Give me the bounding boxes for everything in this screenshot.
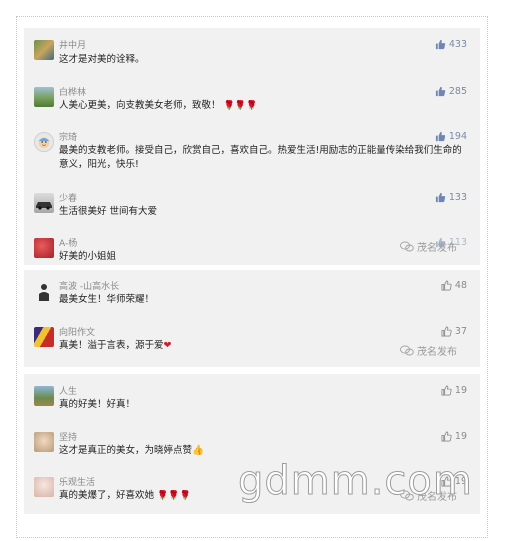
like-button[interactable]: 37 — [441, 326, 467, 337]
like-button[interactable]: 433 — [435, 39, 467, 50]
thumbs-up-outline-icon — [441, 431, 452, 442]
avatar[interactable] — [34, 193, 54, 213]
watermark-site: gdmm.com — [238, 458, 473, 505]
avatar[interactable] — [34, 432, 54, 452]
rose-icon: 🌹🌹🌹 — [157, 491, 191, 501]
comment-text-content: 人美心更美，向支教美女老师，致敬！ — [59, 100, 221, 111]
cartoon-face-icon — [38, 137, 50, 149]
avatar[interactable] — [34, 281, 54, 301]
comment-text: 人美心更美，向支教美女老师，致敬！ 🌹🌹🌹 — [59, 99, 469, 113]
comment-author[interactable]: 乐观生活 — [59, 475, 95, 488]
comment-author[interactable]: 高波 -山高水长 — [59, 279, 119, 292]
avatar[interactable] — [34, 40, 54, 60]
thumbs-up-outline-icon — [441, 326, 452, 337]
like-button[interactable]: 285 — [435, 86, 467, 97]
watermark-small: 茂名发布 — [400, 343, 457, 358]
avatar[interactable] — [34, 477, 54, 497]
thumbs-up-filled-icon — [435, 86, 446, 97]
comment-author[interactable]: 井中月 — [59, 38, 86, 51]
comment-text: 真的好美！好真！ — [59, 399, 136, 410]
like-count: 19 — [454, 385, 467, 396]
rose-icon: 🌹🌹🌹 — [223, 101, 258, 111]
wechat-logo-icon — [400, 241, 414, 252]
like-count: 285 — [448, 86, 467, 97]
comment-author[interactable]: 白桦林 — [59, 85, 86, 98]
comment-author[interactable]: 少春 — [59, 191, 77, 204]
like-count: 48 — [454, 280, 467, 291]
wechat-logo-icon — [400, 345, 414, 356]
comments-panel-top: 井中月 这才是对美的诠释。 433 白桦林 人美心更美，向支教美女老师，致敬！ … — [24, 28, 480, 265]
comment-text-content: 真美！溢于言表，源于爱 — [59, 340, 164, 351]
like-button[interactable]: 19 — [441, 385, 467, 396]
avatar[interactable] — [34, 386, 54, 406]
like-count: 194 — [448, 131, 467, 142]
heart-icon: ❤ — [163, 340, 172, 351]
comment-author[interactable]: 人生 — [59, 384, 77, 397]
comment-author[interactable]: 坚持 — [59, 430, 77, 443]
comment-text-content: 这才是真正的美女，为晓婷点赞 — [59, 445, 193, 456]
comment-text: 这才是真正的美女，为晓婷点赞👍 — [59, 444, 469, 458]
car-icon — [36, 202, 52, 210]
like-button[interactable]: 133 — [435, 192, 467, 203]
thumbs-up-outline-icon — [441, 280, 452, 291]
comment-text-content: 真的美爆了，好喜欢她 — [59, 490, 155, 501]
comment-author[interactable]: A-杨 — [59, 236, 77, 249]
like-button[interactable]: 19 — [441, 431, 467, 442]
like-count: 37 — [454, 326, 467, 337]
comment-text: 这才是对美的诠释。 — [59, 54, 145, 65]
thumbs-up-emoji-icon: 👍 — [192, 445, 204, 456]
person-silhouette-icon — [39, 284, 49, 301]
watermark-small: 茂名发布 — [400, 239, 457, 254]
avatar[interactable] — [34, 87, 54, 107]
comment-text: 生活很美好 世间有大爱 — [59, 206, 158, 217]
comment-author[interactable]: 宗琦 — [59, 130, 77, 143]
like-count: 19 — [454, 431, 467, 442]
avatar[interactable] — [34, 238, 54, 258]
thumbs-up-outline-icon — [441, 385, 452, 396]
comment-author[interactable]: 向阳作文 — [59, 325, 95, 338]
like-button[interactable]: 48 — [441, 280, 467, 291]
like-count: 133 — [448, 192, 467, 203]
thumbs-up-filled-icon — [435, 39, 446, 50]
thumbs-up-filled-icon — [435, 192, 446, 203]
like-button[interactable]: 194 — [435, 131, 467, 142]
thumbs-up-filled-icon — [435, 131, 446, 142]
like-count: 433 — [448, 39, 467, 50]
comment-text: 最美女生！华师荣耀！ — [59, 294, 155, 305]
avatar[interactable] — [34, 327, 54, 347]
watermark-text: 茂名发布 — [417, 347, 457, 358]
avatar[interactable] — [34, 132, 54, 152]
watermark-text: 茂名发布 — [417, 243, 457, 254]
comment-text: 最美的支教老师。接受自己，欣赏自己，喜欢自己。热爱生活!用励志的正能量传染给我们… — [59, 145, 462, 170]
